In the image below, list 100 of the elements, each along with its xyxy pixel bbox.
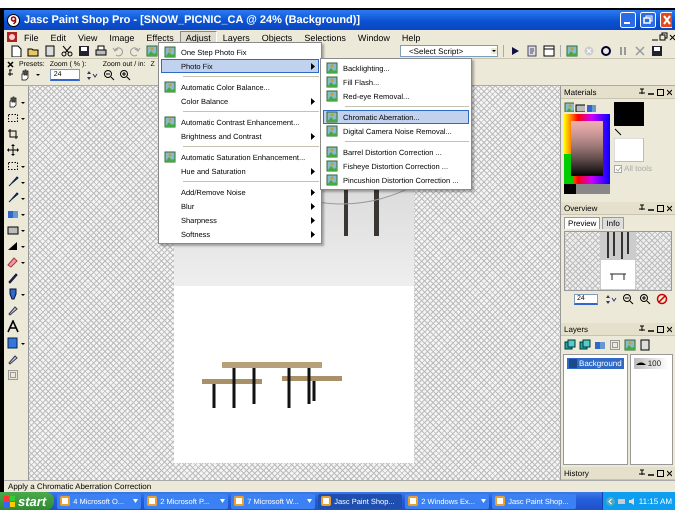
maximize-icon[interactable] (657, 204, 664, 212)
document-icon[interactable] (44, 45, 56, 57)
submenu-arrow-icon (311, 132, 315, 140)
checkbox-label: All tools (624, 164, 652, 173)
picture-icon[interactable] (564, 102, 574, 112)
minimize-button[interactable] (620, 12, 636, 28)
program-icon (234, 496, 244, 506)
menu-item[interactable]: Window (352, 30, 396, 44)
panel-tab[interactable]: Info (602, 217, 624, 229)
maximize-icon[interactable] (657, 469, 664, 477)
move-icon[interactable] (6, 144, 18, 156)
window-icon[interactable] (543, 45, 555, 57)
caret-icon (20, 164, 24, 168)
save-icon[interactable] (651, 45, 663, 57)
color-picker-drawing[interactable] (564, 114, 610, 194)
program-icon (60, 496, 70, 506)
maximize-icon[interactable] (657, 325, 664, 333)
caret-icon (20, 244, 24, 248)
script-dropdown[interactable]: <Select Script> (400, 45, 498, 57)
hand-icon[interactable] (6, 96, 18, 108)
caret-icon (20, 292, 24, 296)
dropper-icon[interactable] (6, 353, 18, 365)
spin-button-icon[interactable] (603, 294, 617, 304)
restore-button[interactable] (640, 12, 656, 28)
layer-icon[interactable] (579, 339, 591, 351)
close-icon[interactable] (667, 204, 672, 212)
pin-icon[interactable] (639, 469, 645, 477)
picture-icon (326, 125, 338, 137)
caret-icon[interactable] (35, 72, 41, 78)
tube-icon[interactable] (6, 288, 18, 300)
no-zoom-icon[interactable] (656, 293, 668, 305)
pin-icon[interactable] (639, 325, 645, 333)
caret-icon (307, 499, 312, 503)
hand-icon[interactable] (19, 69, 31, 81)
crop-icon[interactable] (6, 128, 18, 140)
gradient-icon[interactable] (6, 240, 18, 252)
rectangle-icon[interactable] (6, 224, 18, 236)
menu-item[interactable]: Help (396, 30, 426, 44)
windows-logo-icon (4, 496, 15, 506)
caret-icon (20, 116, 24, 120)
maximize-icon[interactable] (657, 88, 664, 96)
panel-tab[interactable]: Preview (564, 217, 600, 229)
pin-icon[interactable] (639, 204, 645, 212)
save-icon[interactable] (78, 45, 90, 57)
zoom-in-icon[interactable] (118, 69, 131, 81)
picture-icon (164, 46, 176, 58)
document-icon[interactable] (639, 339, 651, 351)
menu-item[interactable]: Objects (256, 30, 298, 44)
close-icon[interactable] (667, 325, 672, 333)
selection-icon[interactable] (6, 160, 18, 172)
pin-icon[interactable] (639, 88, 645, 96)
picture-icon[interactable] (624, 339, 636, 351)
layer-icon[interactable] (564, 339, 576, 351)
menu-item[interactable]: File (18, 30, 45, 44)
menu-item[interactable]: Effects (140, 30, 180, 44)
close-icon[interactable] (667, 88, 672, 96)
menu-item[interactable]: Layers (216, 30, 256, 44)
submenu-arrow-icon (311, 62, 315, 70)
menu-item[interactable]: View (72, 30, 104, 44)
menu-item[interactable]: Selections (298, 30, 352, 44)
close-icon[interactable] (667, 469, 672, 477)
menu-item[interactable]: Image (103, 30, 140, 44)
pen-icon[interactable] (6, 272, 18, 284)
printer-icon[interactable] (95, 45, 107, 57)
picture-icon (326, 76, 338, 88)
brush-icon[interactable] (6, 192, 18, 204)
opacity-bar[interactable]: 100 (634, 358, 669, 369)
restore-document-icon[interactable] (659, 32, 669, 42)
start-button[interactable]: start (0, 492, 54, 510)
menu-item[interactable]: Edit (44, 30, 72, 44)
caret-icon (20, 228, 24, 232)
picture-icon (164, 116, 176, 128)
layer-item[interactable]: Background (567, 358, 624, 369)
close-document-icon[interactable] (669, 32, 675, 42)
close-palette-icon[interactable] (7, 61, 14, 68)
picture-icon[interactable] (146, 45, 158, 57)
chevron-icon[interactable] (606, 496, 615, 506)
text-tool-icon[interactable] (6, 320, 18, 333)
program-icon (408, 496, 418, 506)
pin-icon[interactable] (7, 69, 14, 76)
zoom-out-icon[interactable] (102, 69, 115, 81)
zoom-in-icon[interactable] (639, 293, 651, 305)
picture-icon[interactable] (566, 45, 578, 57)
square-icon[interactable] (6, 337, 18, 349)
zoom-out-icon[interactable] (622, 293, 634, 305)
record-icon[interactable] (600, 45, 612, 57)
picture-icon (164, 151, 176, 163)
brush-icon[interactable] (6, 176, 18, 188)
caret-icon (20, 180, 24, 184)
eraser-icon[interactable] (6, 256, 18, 268)
background-swatch[interactable] (614, 138, 644, 162)
scissors-icon[interactable] (61, 45, 73, 57)
program-icon (495, 496, 506, 506)
menu-item[interactable]: Adjust (180, 30, 217, 44)
script-icon[interactable] (526, 45, 538, 57)
status-text: Apply a Chromatic Aberration Correction (8, 482, 152, 491)
foreground-swatch[interactable] (614, 102, 644, 126)
dropper-icon[interactable] (6, 304, 18, 316)
selection-icon[interactable] (6, 112, 18, 124)
close-button[interactable] (660, 12, 672, 28)
